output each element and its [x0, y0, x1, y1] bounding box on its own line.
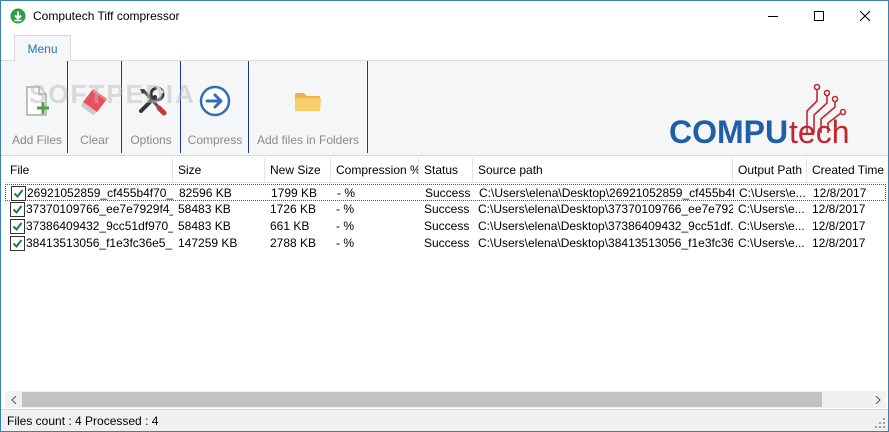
- add-files-label: Add Files: [11, 133, 63, 147]
- scroll-left-button[interactable]: [5, 391, 22, 408]
- cell-file: 37370109766_ee7e7929f4_...: [26, 202, 173, 216]
- options-label: Options: [130, 133, 172, 147]
- cell-created-time: 12/8/2017: [813, 186, 867, 200]
- column-header-source-path[interactable]: Source path: [473, 158, 733, 183]
- cell-file: 37386409432_9cc51df970_...: [26, 219, 173, 233]
- table-row[interactable]: 38413513056_f1e3fc36e5_... 147259 KB 2788 …: [5, 235, 886, 252]
- column-header-file[interactable]: File: [5, 158, 173, 183]
- cell-new-size: 1799 KB: [271, 186, 318, 200]
- app-icon: [10, 8, 26, 24]
- cell-output-path: C:\Users\e...: [738, 236, 805, 250]
- cell-new-size: 2788 KB: [270, 236, 317, 250]
- cell-status: Success: [424, 202, 470, 216]
- table-row[interactable]: 37370109766_ee7e7929f4_... 58483 KB 1726 K…: [5, 201, 886, 218]
- column-header-compression[interactable]: Compression %: [331, 158, 419, 183]
- logo-text-tech: tech: [789, 114, 849, 150]
- clear-label: Clear: [80, 133, 109, 147]
- column-header-size[interactable]: Size: [173, 158, 265, 183]
- cell-file: 26921052859_cf455b4f70_...: [27, 186, 174, 200]
- ribbon-separator: [367, 61, 368, 153]
- cell-created-time: 12/8/2017: [812, 219, 866, 233]
- maximize-button[interactable]: [796, 1, 842, 31]
- ribbon-tab-bar: Menu: [1, 31, 888, 62]
- column-header-status[interactable]: Status: [419, 158, 473, 183]
- cell-status: Success: [425, 186, 471, 200]
- add-folders-button[interactable]: Add files in Folders: [249, 61, 367, 153]
- chevron-left-icon: [10, 395, 16, 404]
- status-text: Files count : 4 Processed : 4: [7, 414, 159, 428]
- cell-new-size: 661 KB: [270, 219, 310, 233]
- minimize-button[interactable]: [750, 1, 796, 31]
- circuit-logo-graphic: COMPU tech: [669, 83, 849, 150]
- app-window: Computech Tiff compressor Menu Add Files: [0, 0, 889, 432]
- cell-output-path: C:\Users\e...: [738, 219, 805, 233]
- cell-size: 58483 KB: [178, 219, 231, 233]
- column-header-new-size[interactable]: New Size: [265, 158, 331, 183]
- cell-source-path: C:\Users\elena\Desktop\38413513056_f1e3f…: [478, 236, 733, 250]
- cell-status: Success: [424, 236, 470, 250]
- add-folders-label: Add files in Folders: [256, 133, 360, 147]
- scroll-thumb[interactable]: [22, 392, 822, 407]
- minimize-icon: [768, 16, 778, 17]
- maximize-icon: [814, 11, 824, 21]
- cell-size: 82596 KB: [179, 186, 232, 200]
- column-header-created-time[interactable]: Created Time: [807, 158, 886, 183]
- softpedia-watermark: SOFTPEDIA: [29, 79, 196, 109]
- title-bar: Computech Tiff compressor: [1, 1, 888, 31]
- cell-compression: - %: [336, 236, 354, 250]
- close-button[interactable]: [842, 1, 888, 31]
- cell-output-path: C:\Users\e...: [739, 186, 806, 200]
- computech-logo: COMPU tech: [667, 81, 879, 151]
- chevron-right-icon: [875, 395, 881, 404]
- tab-menu[interactable]: Menu: [14, 35, 71, 62]
- table-header: File Size New Size Compression % Status …: [5, 158, 886, 183]
- cell-source-path: C:\Users\elena\Desktop\26921052859_cf455…: [479, 186, 734, 200]
- cell-created-time: 12/8/2017: [812, 236, 866, 250]
- cell-size: 147259 KB: [178, 236, 238, 250]
- cell-compression: - %: [337, 186, 355, 200]
- window-title: Computech Tiff compressor: [33, 9, 180, 23]
- svg-text:SOFTPEDIA: SOFTPEDIA: [29, 79, 196, 109]
- resize-grip-icon[interactable]: [874, 417, 886, 429]
- cell-created-time: 12/8/2017: [812, 202, 866, 216]
- compress-label: Compress: [187, 133, 243, 147]
- files-table[interactable]: File Size New Size Compression % Status …: [5, 158, 886, 391]
- logo-text-compu: COMPU: [669, 114, 788, 150]
- close-icon: [860, 11, 870, 21]
- ribbon: Add Files Clear Options Compress Add fil…: [1, 61, 888, 156]
- table-row[interactable]: 37386409432_9cc51df970_... 58483 KB 661 KB…: [5, 218, 886, 235]
- status-bar: Files count : 4 Processed : 4: [1, 409, 888, 431]
- cell-compression: - %: [336, 219, 354, 233]
- table-row[interactable]: 26921052859_cf455b4f70_... 82596 KB 1799 K…: [5, 184, 886, 201]
- cell-output-path: C:\Users\e...: [738, 202, 805, 216]
- cell-source-path: C:\Users\elena\Desktop\37370109766_ee7e7…: [478, 202, 733, 216]
- cell-compression: - %: [336, 202, 354, 216]
- folder-icon: [295, 93, 321, 111]
- horizontal-scrollbar[interactable]: [5, 391, 886, 408]
- cell-status: Success: [424, 219, 470, 233]
- column-header-output-path[interactable]: Output Path: [733, 158, 807, 183]
- cell-new-size: 1726 KB: [270, 202, 317, 216]
- cell-file: 38413513056_f1e3fc36e5_...: [26, 236, 173, 250]
- cell-size: 58483 KB: [178, 202, 231, 216]
- cell-source-path: C:\Users\elena\Desktop\37386409432_9cc51…: [478, 219, 733, 233]
- scroll-right-button[interactable]: [869, 391, 886, 408]
